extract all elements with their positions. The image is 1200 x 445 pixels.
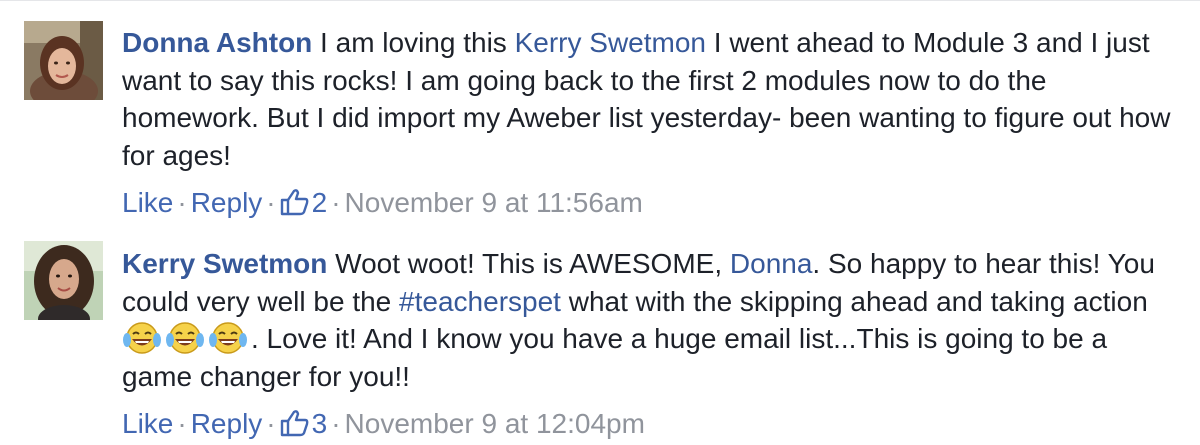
- thumbs-up-icon: [280, 410, 309, 437]
- like-count-value: 2: [311, 187, 328, 218]
- like-count[interactable]: 3: [280, 408, 328, 439]
- laughing-crying-emoji-icon: [166, 322, 204, 354]
- avatar[interactable]: [24, 21, 103, 100]
- comment-body: Donna Ashton I am loving this Kerry Swet…: [122, 24, 1172, 174]
- mention-link[interactable]: Kerry Swetmon: [515, 27, 706, 58]
- comment-author[interactable]: Donna Ashton: [122, 27, 312, 58]
- like-count-value: 3: [311, 408, 328, 439]
- comment-text: I am loving this: [312, 27, 515, 58]
- like-count[interactable]: 2: [280, 187, 328, 218]
- like-button[interactable]: Like: [122, 187, 173, 218]
- like-button[interactable]: Like: [122, 408, 173, 439]
- avatar-photo: [24, 21, 103, 100]
- comment-text: what with the skipping ahead and taking …: [560, 285, 1148, 317]
- timestamp[interactable]: November 9 at 12:04pm: [345, 408, 645, 439]
- comment-author[interactable]: Kerry Swetmon: [122, 248, 327, 279]
- hashtag-link[interactable]: #teacherspet: [399, 286, 561, 317]
- avatar-photo: [24, 241, 103, 320]
- separator: ·: [331, 187, 341, 218]
- thumbs-up-icon: [280, 189, 309, 216]
- separator: ·: [266, 408, 276, 439]
- separator: ·: [331, 408, 341, 439]
- laughing-crying-emoji-icon: [209, 322, 247, 354]
- timestamp[interactable]: November 9 at 11:56am: [345, 187, 643, 218]
- separator: ·: [266, 187, 276, 218]
- comment-actions: Like · Reply · 3 · November 9 at 12:04pm: [122, 408, 645, 440]
- comment-actions: Like · Reply · 2 · November 9 at 11:56am: [122, 187, 643, 219]
- separator: ·: [177, 187, 187, 218]
- reply-button[interactable]: Reply: [191, 408, 263, 439]
- reply-button[interactable]: Reply: [191, 187, 263, 218]
- avatar[interactable]: [24, 241, 103, 320]
- laughing-crying-emoji-icon: [123, 322, 161, 354]
- comment-text: . Love it! And I know you have a huge em…: [122, 323, 1108, 392]
- top-divider: [0, 0, 1200, 1]
- comment-text: Woot woot! This is AWESOME,: [327, 248, 730, 279]
- comment-body: Kerry Swetmon Woot woot! This is AWESOME…: [122, 245, 1172, 395]
- mention-link[interactable]: Donna: [730, 248, 813, 279]
- separator: ·: [177, 408, 187, 439]
